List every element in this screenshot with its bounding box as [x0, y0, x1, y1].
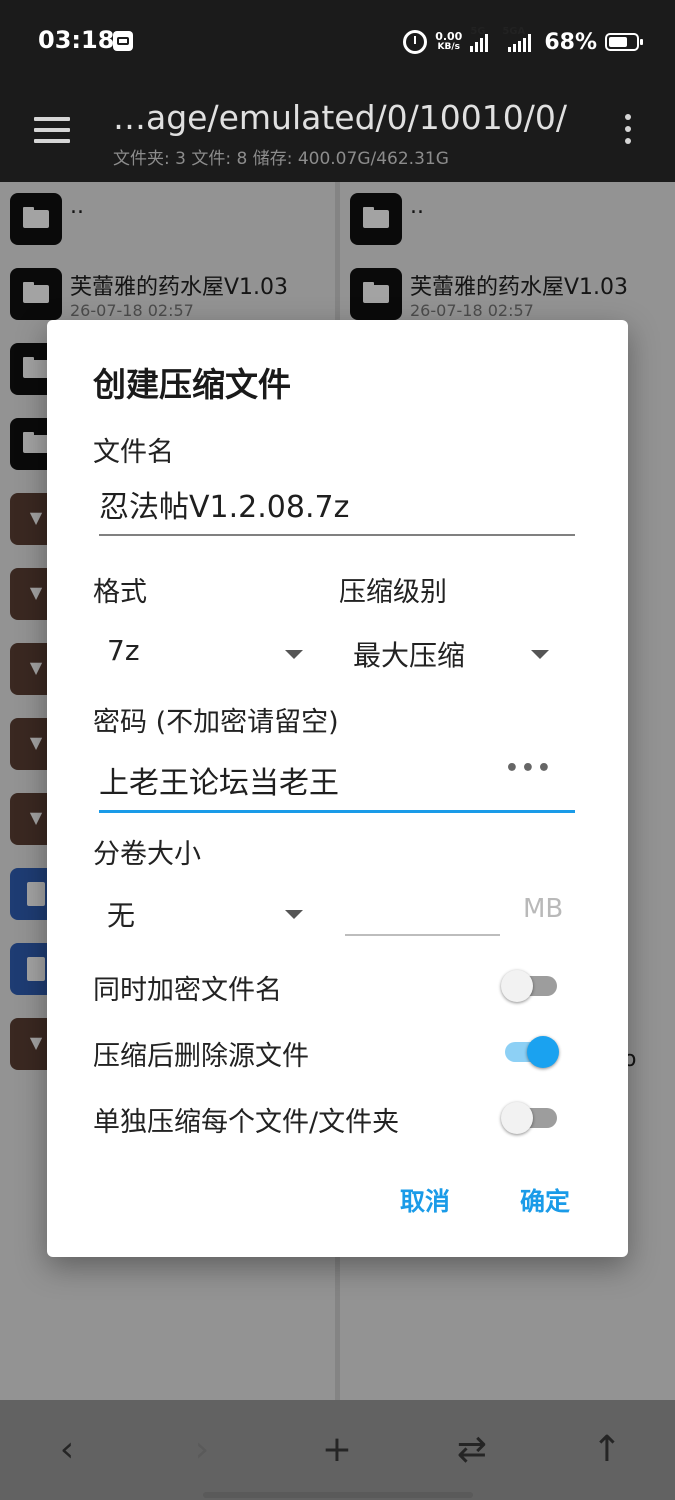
compression-level-label: 压缩级别 — [339, 577, 447, 608]
format-value: 7z — [107, 634, 140, 667]
filename-label: 文件名 — [93, 437, 174, 468]
storage-summary: 文件夹: 3 文件: 8 储存: 400.07G/462.31G — [113, 149, 449, 169]
create-archive-dialog: 创建压缩文件 文件名 忍法帖V1.2.08.7z 格式 压缩级别 7z 最大压缩… — [47, 320, 628, 1257]
show-password-icon[interactable]: ••• — [505, 756, 553, 781]
toggle-knob — [501, 1102, 533, 1134]
filename-input[interactable]: 忍法帖V1.2.08.7z — [99, 470, 575, 536]
app-bar: …age/emulated/0/10010/0/ 文件夹: 3 文件: 8 储存… — [0, 84, 675, 182]
option-label: 同时加密文件名 — [93, 975, 282, 1006]
more-options-icon[interactable] — [623, 114, 633, 148]
net-speed-value: 0.00 — [435, 30, 463, 43]
signal1-label: 5G — [470, 26, 486, 37]
option-toggle[interactable] — [501, 1100, 561, 1134]
format-select[interactable]: 7z — [93, 628, 303, 678]
signal-5g-icon: 5G — [470, 26, 494, 52]
split-size-value: 无 — [107, 899, 136, 932]
split-size-label: 分卷大小 — [93, 839, 201, 870]
toggle-knob — [527, 1036, 559, 1068]
split-size-select[interactable]: 无 — [93, 888, 303, 938]
status-time: 03:18 — [38, 26, 115, 54]
password-label: 密码 (不加密请留空) — [93, 707, 339, 738]
chevron-down-icon — [285, 650, 303, 659]
compression-level-value: 最大压缩 — [353, 639, 466, 672]
option-label: 压缩后删除源文件 — [93, 1041, 309, 1072]
signal2-label: 5GA — [502, 26, 526, 37]
chevron-down-icon — [531, 650, 549, 659]
battery-icon — [605, 33, 643, 51]
format-label: 格式 — [93, 577, 147, 608]
split-size-input[interactable] — [345, 882, 500, 936]
net-speed: 0.00 KB/s — [435, 31, 462, 53]
dialog-title: 创建压缩文件 — [93, 365, 291, 404]
status-bar: 03:18 0.00 KB/s 5G 5GA 68% — [0, 0, 675, 84]
ok-button[interactable]: 确定 — [520, 1182, 570, 1218]
chevron-down-icon — [285, 910, 303, 919]
alarm-icon — [403, 30, 428, 54]
current-path[interactable]: …age/emulated/0/10010/0/ — [113, 98, 567, 137]
signal-5ga-icon: 5GA — [502, 26, 536, 52]
option-label: 单独压缩每个文件/文件夹 — [93, 1107, 400, 1138]
compression-level-select[interactable]: 最大压缩 — [339, 628, 549, 678]
filename-value: 忍法帖V1.2.08.7z — [99, 490, 350, 525]
split-unit-label: MB — [523, 894, 564, 924]
option-toggle[interactable] — [501, 968, 561, 1002]
password-input[interactable]: 上老王论坛当老王 ••• — [99, 746, 575, 813]
battery-fill — [609, 37, 627, 47]
battery-percent: 68% — [544, 29, 597, 55]
net-speed-unit: KB/s — [437, 42, 460, 52]
menu-icon[interactable] — [34, 117, 70, 143]
password-value: 上老王论坛当老王 — [99, 766, 339, 801]
status-icons: 0.00 KB/s 5G 5GA 68% — [403, 26, 643, 58]
cancel-button[interactable]: 取消 — [400, 1182, 450, 1218]
home-indicator[interactable] — [203, 1492, 473, 1498]
toggle-knob — [501, 970, 533, 1002]
option-toggle[interactable] — [501, 1034, 561, 1068]
notification-app-icon — [113, 31, 133, 51]
